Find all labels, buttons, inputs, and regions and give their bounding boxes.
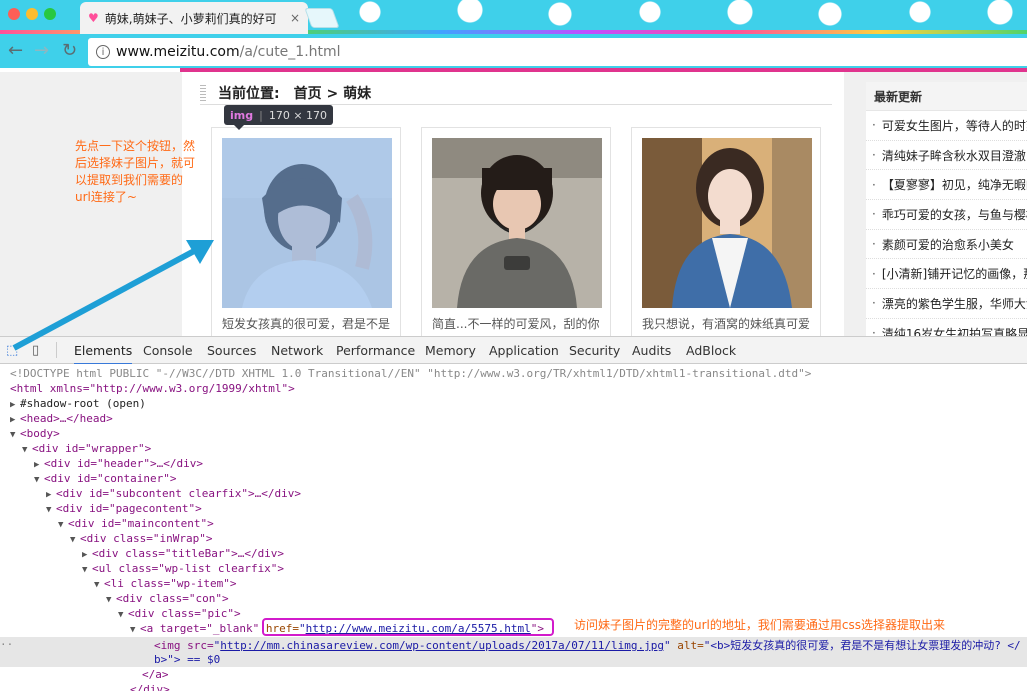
href-highlight-box	[262, 618, 554, 636]
dom-line-ul[interactable]: ▼ <ul class="wp-list clearfix">	[82, 561, 284, 576]
dom-line-a-end[interactable]: </a>	[142, 667, 169, 682]
tooltip-size: 170 × 170	[268, 108, 328, 122]
sidebar-item[interactable]: · 清纯妹子眸含秋水双目澄澈	[866, 141, 1027, 171]
url-host: www.meizitu.com	[116, 44, 240, 60]
dom-line-subcontent[interactable]: ▶ <div id="subcontent clearfix">…</div>	[46, 486, 301, 501]
dom-line-pagecontent[interactable]: ▼ <div id="pagecontent">	[46, 501, 202, 516]
sidebar-item[interactable]: · 【夏寥寥】初见，纯净无暇的	[866, 170, 1027, 201]
denim-jacket-girl-photo	[642, 138, 812, 308]
dom-line-pic[interactable]: ▼ <div class="pic">	[118, 606, 241, 621]
dom-line-shadow[interactable]: ▶ #shadow-root (open)	[10, 396, 146, 411]
dom-line-img[interactable]: <img src="http://mm.chinasareview.com/wp…	[154, 638, 1021, 653]
dom-line-con[interactable]: ▼ <div class="con">	[106, 591, 229, 606]
latest-updates-sidebar: 最新更新 · 可爱女生图片，等待人的时刻 · 清纯妹子眸含秋水双目澄澈 · 【夏寥寥】…	[866, 82, 1027, 336]
dom-line-inwrap[interactable]: ▼ <div class="inWrap">	[70, 531, 212, 546]
browser-tab-active[interactable]: ♥ 萌妹,萌妹子、小萝莉们真的好可 ×	[80, 2, 308, 34]
dom-line-li[interactable]: ▼ <li class="wp-item">	[94, 576, 236, 591]
tab-security[interactable]: Security	[569, 337, 620, 363]
tab-close-icon[interactable]: ×	[290, 11, 300, 25]
dom-line-html[interactable]: <html xmlns="http://www.w3.org/1999/xhtm…	[10, 381, 295, 396]
photo-card[interactable]: 简直...不一样的可爱风，刮的你	[421, 127, 611, 336]
dom-line-maincontent[interactable]: ▼ <div id="maincontent">	[58, 516, 214, 531]
heart-favicon-icon: ♥	[88, 11, 99, 25]
card-caption[interactable]: 简直...不一样的可爱风，刮的你	[432, 315, 608, 332]
inspect-element-icon[interactable]: ⬚	[6, 343, 18, 358]
sidebar-item[interactable]: · 清纯16岁女生初拍写真略显羞	[866, 319, 1027, 336]
dom-line-img-ellipsis: ··	[0, 638, 14, 651]
elements-dom-tree: <!DOCTYPE html PUBLIC "-//W3C//DTD XHTML…	[0, 364, 1027, 691]
device-toolbar-icon[interactable]: ▯	[32, 343, 39, 358]
dom-line-header[interactable]: ▶ <div id="header">…</div>	[34, 456, 203, 471]
forward-arrow-icon[interactable]: →	[34, 40, 49, 61]
inspector-highlight-overlay	[222, 138, 392, 308]
tab-application[interactable]: Application	[489, 337, 559, 363]
dom-line-wrapper[interactable]: ▼ <div id="wrapper">	[22, 441, 151, 456]
tab-sources[interactable]: Sources	[207, 337, 256, 363]
address-bar[interactable]: i www.meizitu.com /a/cute_1.html	[88, 38, 1027, 66]
url-path: /a/cute_1.html	[239, 44, 341, 60]
annotation-note-bottom: 访问妹子图片的完整的url的地址，我们需要通过用css选择器提取出来	[574, 618, 945, 632]
img-src-link[interactable]: http://mm.chinasareview.com/wp-content/u…	[220, 639, 664, 652]
tab-console[interactable]: Console	[143, 337, 193, 363]
zoom-window-button[interactable]	[44, 8, 56, 20]
photo-card[interactable]: 短发女孩真的很可爱，君是不是	[211, 127, 401, 336]
tab-audits[interactable]: Audits	[632, 337, 671, 363]
browser-tab-strip: ♥ 萌妹,萌妹子、小萝莉们真的好可 ×	[0, 0, 1027, 34]
breadcrumb-label: 当前位置:	[218, 86, 280, 102]
tab-elements[interactable]: Elements	[74, 337, 133, 365]
dom-line-head[interactable]: ▶ <head>…</head>	[10, 411, 113, 426]
tab-performance[interactable]: Performance	[336, 337, 415, 363]
dom-line-body[interactable]: ▼ <body>	[10, 426, 60, 441]
photo-thumbnail[interactable]	[432, 138, 602, 308]
breadcrumb-path[interactable]: 首页 > 萌妹	[294, 83, 371, 103]
dom-line-doctype[interactable]: <!DOCTYPE html PUBLIC "-//W3C//DTD XHTML…	[10, 366, 811, 381]
card-caption[interactable]: 我只想说，有酒窝的妹纸真可爱	[642, 315, 818, 332]
breadcrumb-grip-icon	[200, 85, 206, 101]
photo-thumbnail[interactable]	[642, 138, 812, 308]
sidebar-item[interactable]: · 素颜可爱的治愈系小美女	[866, 230, 1027, 260]
info-icon[interactable]: i	[96, 45, 110, 59]
inspector-tooltip: img | 170 × 170	[224, 105, 334, 130]
devtools-tab-bar: ⬚ ▯ Elements Console Sources Network Per…	[0, 336, 1027, 365]
back-arrow-icon[interactable]: ←	[8, 40, 23, 61]
tab-memory[interactable]: Memory	[425, 337, 476, 363]
reload-icon[interactable]: ↻	[62, 40, 77, 61]
sidebar-item[interactable]: · 漂亮的紫色学生服，华师大清	[866, 289, 1027, 319]
tab-adblock[interactable]: AdBlock	[686, 337, 736, 363]
close-window-button[interactable]	[8, 8, 20, 20]
sidebar-title: 最新更新	[866, 82, 1027, 111]
dom-line-div-end[interactable]: </div>	[130, 682, 170, 691]
dom-line-titlebar[interactable]: ▶ <div class="titleBar">…</div>	[82, 546, 284, 561]
sidebar-item[interactable]: · 乖巧可爱的女孩，与鱼与樱桃	[866, 200, 1027, 230]
window-controls	[8, 8, 56, 20]
photo-card[interactable]: 我只想说，有酒窝的妹纸真可爱	[631, 127, 821, 336]
card-caption[interactable]: 短发女孩真的很可爱，君是不是	[222, 315, 398, 332]
sidebar-item[interactable]: · 可爱女生图片，等待人的时刻	[866, 111, 1027, 141]
tab-network[interactable]: Network	[271, 337, 323, 363]
annotation-note-left: 先点一下这个按钮，然后选择妹子图片，就可以提取到我们需要的url连接了~	[75, 139, 196, 204]
dom-line-img-cont[interactable]: b>"> == $0	[154, 652, 220, 667]
sidebar-item[interactable]: · [小清新]铺开记忆的画像，那	[866, 259, 1027, 290]
breadcrumb: 当前位置: 首页 > 萌妹	[200, 82, 832, 105]
tooltip-tag: img	[230, 108, 254, 122]
minimize-window-button[interactable]	[26, 8, 38, 20]
little-girl-photo	[432, 138, 602, 308]
dom-line-container[interactable]: ▼ <div id="container">	[34, 471, 176, 486]
tab-title: 萌妹,萌妹子、小萝莉们真的好可	[104, 11, 277, 26]
browser-toolbar: ← → ↻ i www.meizitu.com /a/cute_1.html	[0, 34, 1027, 68]
